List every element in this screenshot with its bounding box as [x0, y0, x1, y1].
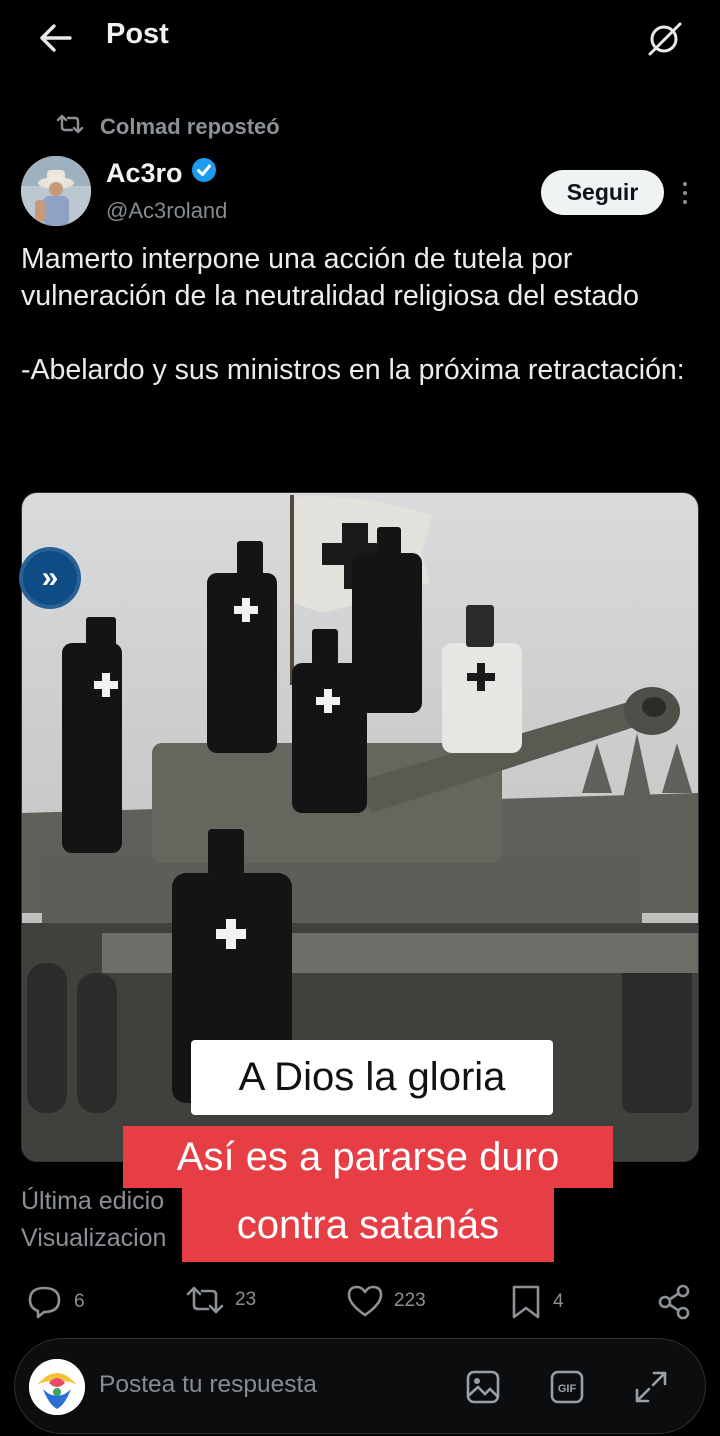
top-bar: Post — [0, 0, 720, 76]
repost-button[interactable]: 23 — [185, 1284, 256, 1316]
post-text: Mamerto interpone una acción de tutela p… — [21, 243, 685, 386]
repost-label: Colmad reposteó — [100, 114, 280, 139]
repost-icon — [56, 113, 84, 141]
reply-icon — [26, 1284, 64, 1320]
reply-button[interactable]: 6 — [26, 1284, 85, 1320]
views-text: Visualizacion — [21, 1224, 167, 1252]
follow-button[interactable]: Seguir — [541, 170, 664, 215]
back-arrow-icon[interactable] — [34, 18, 78, 58]
more-icon[interactable] — [676, 176, 694, 210]
last-edited-text[interactable]: Última edicio — [21, 1187, 164, 1216]
gif-icon[interactable]: GIF — [547, 1367, 587, 1407]
grok-icon[interactable] — [640, 14, 688, 62]
author-handle[interactable]: @Ac3roland — [106, 198, 227, 224]
bookmark-count: 4 — [553, 1291, 564, 1312]
share-button[interactable] — [656, 1284, 692, 1320]
caption-red-line1: Así es a pararse duro — [123, 1126, 613, 1188]
like-count: 223 — [394, 1290, 426, 1311]
bookmark-icon — [509, 1284, 543, 1320]
expand-icon[interactable] — [631, 1367, 671, 1407]
caption-red-line2: contra satanás — [182, 1188, 554, 1262]
page-title: Post — [106, 18, 169, 50]
reply-composer[interactable]: Postea tu respuesta GIF — [14, 1338, 706, 1434]
like-icon — [346, 1284, 384, 1318]
caption-white: A Dios la gloria — [191, 1040, 553, 1115]
svg-text:GIF: GIF — [558, 1383, 577, 1395]
image-icon[interactable] — [463, 1367, 503, 1407]
repost-icon — [185, 1284, 225, 1316]
like-button[interactable]: 223 — [346, 1284, 426, 1318]
user-avatar — [29, 1359, 85, 1415]
author-name[interactable]: Ac3ro — [106, 157, 217, 190]
verified-badge-icon — [191, 157, 217, 190]
share-icon — [656, 1284, 692, 1320]
repost-context[interactable]: Colmad reposteó — [56, 113, 280, 141]
author-name-text: Ac3ro — [106, 158, 183, 188]
bookmark-button[interactable]: 4 — [509, 1284, 564, 1320]
expand-media-icon[interactable]: » — [19, 547, 81, 609]
repost-count: 23 — [235, 1289, 257, 1310]
reply-input[interactable]: Postea tu respuesta — [99, 1371, 317, 1399]
reply-count: 6 — [74, 1291, 85, 1312]
action-bar: 6 23 223 4 — [0, 1284, 720, 1334]
author-avatar[interactable] — [21, 156, 91, 226]
